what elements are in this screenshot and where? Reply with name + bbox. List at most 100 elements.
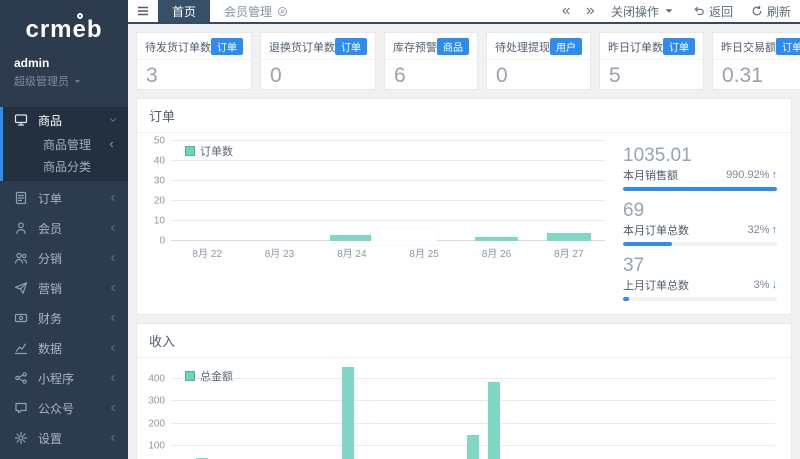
sidebar-item-商品[interactable]: 商品: [3, 107, 128, 133]
stat-card-badge: 商品: [437, 38, 469, 55]
sidebar-item-label: 会员: [38, 220, 108, 237]
user-role-dropdown[interactable]: 超级管理员: [14, 73, 128, 89]
month-stat-value: 37: [623, 255, 777, 276]
order-panel-title: 订单: [137, 99, 791, 133]
tab-首页[interactable]: 首页: [158, 0, 210, 22]
logo-text: crmeb: [25, 16, 102, 44]
bar-8月 26: [475, 237, 518, 241]
sidebar-subitem-商品分类[interactable]: 商品分类: [3, 155, 128, 177]
sidebar-item-财务[interactable]: 财务: [0, 305, 128, 331]
y-axis-tick: 0: [159, 236, 165, 247]
x-axis-label: 8月 23: [243, 241, 315, 260]
sidebar-item-label: 小程序: [38, 370, 108, 387]
refresh-icon: [751, 5, 763, 17]
chevron-left-icon: [108, 433, 118, 443]
month-stat-本月订单总数: 69本月订单总数32%↑: [623, 200, 777, 246]
back-button[interactable]: 返回: [684, 0, 742, 22]
sidebar-item-内容[interactable]: 内容: [0, 455, 128, 459]
stat-card-value: 6: [385, 60, 477, 88]
order-panel: 订单 01020304050订单数8月 228月 238月 248月 258月 …: [136, 98, 792, 315]
menu-group-分销: 分销: [0, 245, 128, 271]
stat-card-value: 0.31: [713, 60, 800, 88]
sidebar-item-会员[interactable]: 会员: [0, 215, 128, 241]
order-chart: 01020304050订单数8月 228月 238月 248月 258月 268…: [143, 141, 609, 310]
caret-down-icon: [663, 5, 675, 17]
chart-icon: [14, 341, 28, 355]
stat-card-待处理提现: 待处理提现用户0: [486, 32, 591, 90]
caret-down-icon: [73, 77, 82, 86]
menu-group-财务: 财务: [0, 305, 128, 331]
menu-group-内容: 内容: [0, 455, 128, 459]
month-stat-percent: 3%↓: [754, 279, 777, 291]
stat-card-label: 昨日交易额: [721, 39, 776, 55]
sidebar-item-label: 订单: [38, 190, 108, 207]
sidebar-item-数据[interactable]: 数据: [0, 335, 128, 361]
y-axis-tick: 30: [154, 176, 165, 187]
chevron-left-icon: [108, 253, 118, 263]
sidebar-subitem-label: 商品管理: [43, 136, 107, 153]
tab-bar: 首页会员管理 关闭操作 返回 刷新: [128, 0, 800, 24]
month-stat-progress: [623, 187, 777, 191]
sidebar-item-设置[interactable]: 设置: [0, 425, 128, 451]
tabs-scroll-left-button[interactable]: [554, 0, 578, 22]
sidebar-item-订单[interactable]: 订单: [0, 185, 128, 211]
stat-card-label: 库存预警: [393, 39, 437, 55]
file-icon: [14, 191, 28, 205]
tab-close-button[interactable]: [277, 6, 288, 17]
month-stat-value: 1035.01: [623, 145, 777, 166]
stat-card-badge: 订单: [335, 38, 367, 55]
cash-icon: [14, 311, 28, 325]
gear-icon: [14, 431, 28, 445]
bar-8月 24: [330, 235, 373, 241]
month-stat-上月订单总数: 37上月订单总数3%↓: [623, 255, 777, 301]
sidebar-item-label: 财务: [38, 310, 108, 327]
sidebar-item-分销[interactable]: 分销: [0, 245, 128, 271]
bar-8月 7: [342, 367, 354, 459]
sidebar-item-小程序[interactable]: 小程序: [0, 365, 128, 391]
refresh-button[interactable]: 刷新: [742, 0, 800, 22]
hamburger-icon: [136, 4, 150, 18]
chart-tooltip-artifact: [371, 228, 437, 245]
y-axis-tick: 10: [154, 216, 165, 227]
month-stats-column: 1035.01本月销售额990.92%↑69本月订单总数32%↑37上月订单总数…: [609, 141, 779, 310]
stat-card-昨日订单数: 昨日订单数订单5: [599, 32, 704, 90]
chevron-left-icon: [108, 403, 118, 413]
close-operations-dropdown[interactable]: 关闭操作: [602, 0, 684, 22]
chevron-left-icon: [108, 343, 118, 353]
tabs-scroll-right-button[interactable]: [578, 0, 602, 22]
income-panel: 收入 0100200300400总金额7月 307月 318月 18月 28月 …: [136, 323, 792, 459]
logo: crmeb: [0, 0, 128, 48]
y-axis-tick: 400: [148, 374, 165, 385]
stat-card-待发货订单数: 待发货订单数订单3: [136, 32, 252, 90]
income-panel-title: 收入: [137, 324, 791, 358]
menu-group-设置: 设置: [0, 425, 128, 451]
stat-card-label: 昨日订单数: [608, 39, 663, 55]
y-axis-tick: 100: [148, 440, 165, 451]
chart-legend: 总金额: [185, 368, 233, 384]
user-name: admin: [14, 56, 128, 70]
sidebar-item-营销[interactable]: 营销: [0, 275, 128, 301]
month-stat-progress: [623, 297, 777, 301]
close-circle-icon: [277, 6, 288, 17]
stat-card-label: 退换货订单数: [269, 39, 335, 55]
menu-group-小程序: 小程序: [0, 365, 128, 391]
open-tabs: 首页会员管理: [158, 0, 302, 22]
stat-card-badge: 订单: [776, 38, 800, 55]
month-stat-progress: [623, 242, 777, 246]
sidebar-toggle-button[interactable]: [128, 0, 158, 22]
stat-card-label: 待发货订单数: [145, 39, 211, 55]
menu-group-公众号: 公众号: [0, 395, 128, 421]
tab-会员管理[interactable]: 会员管理: [210, 0, 302, 22]
bar-8月 14: [488, 382, 500, 459]
sidebar-subitem-商品管理[interactable]: 商品管理: [3, 133, 128, 155]
menu-group-订单: 订单: [0, 185, 128, 211]
chart-plot: 0100200300400总金额: [171, 366, 775, 459]
double-chevron-left-icon: [560, 5, 572, 17]
legend-label: 订单数: [200, 143, 233, 159]
trend-up-icon: ↑: [772, 169, 778, 181]
sidebar-item-公众号[interactable]: 公众号: [0, 395, 128, 421]
y-axis-tick: 300: [148, 396, 165, 407]
stat-card-库存预警: 库存预警商品 6: [384, 32, 478, 90]
dashboard-content: 待发货订单数订单3退换货订单数订单0库存预警商品6待处理提现用户0昨日订单数订单…: [128, 24, 800, 459]
nodes-icon: [14, 371, 28, 385]
